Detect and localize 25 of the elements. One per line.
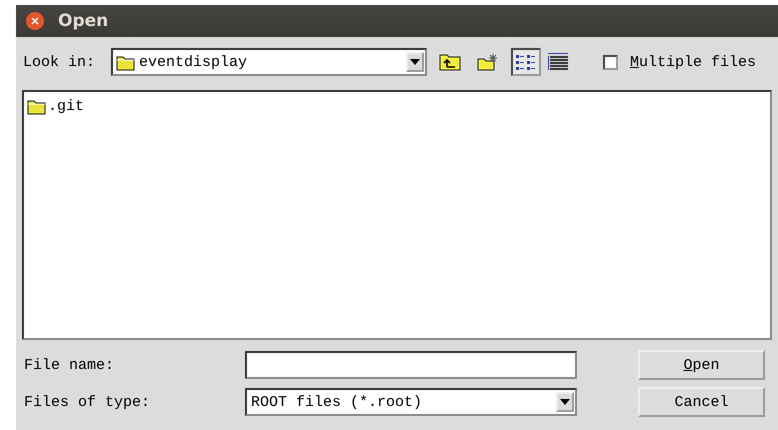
look-in-label: Look in: (23, 54, 96, 70)
cancel-button[interactable]: Cancel (638, 387, 765, 417)
up-folder-icon (439, 53, 462, 71)
checkbox[interactable] (603, 54, 618, 70)
open-button[interactable]: Open (638, 350, 765, 380)
close-button[interactable] (26, 12, 44, 30)
file-item[interactable]: .git (27, 98, 84, 115)
details-view-icon (547, 52, 570, 72)
dropdown-arrow-button[interactable] (556, 392, 574, 412)
checkbox-label[interactable]: Multiple files (630, 54, 756, 70)
file-name-label: File name: (24, 356, 116, 374)
caret-icon (560, 399, 570, 405)
new-folder-icon (477, 53, 500, 71)
file-type-label: Files of type: (24, 394, 152, 410)
close-icon (31, 17, 39, 25)
look-in-dropdown[interactable]: eventdisplay (111, 48, 428, 76)
dropdown-arrow-button[interactable] (406, 52, 424, 72)
caret-icon (410, 59, 420, 65)
window-title: Open (58, 11, 108, 31)
file-type-dropdown[interactable]: ROOT files (*.root) (245, 388, 577, 416)
folder-icon (27, 98, 47, 115)
list-view-icon (515, 52, 538, 72)
list-view-button[interactable] (511, 48, 542, 76)
file-name-field[interactable] (245, 351, 577, 379)
folder-icon (116, 54, 136, 70)
